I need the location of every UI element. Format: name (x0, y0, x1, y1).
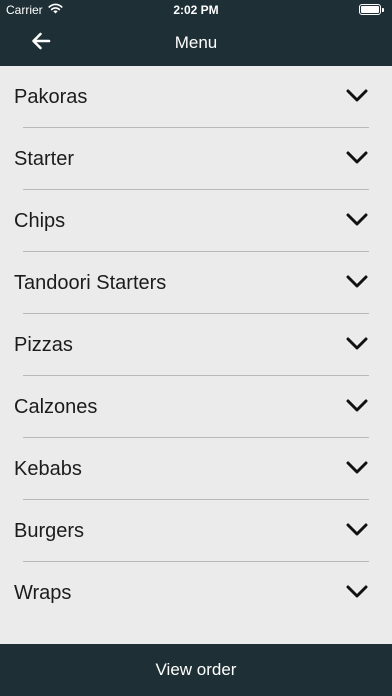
menu-category-label: Chips (14, 209, 66, 232)
menu-category-label: Starter (14, 147, 75, 170)
chevron-down-icon (346, 213, 368, 226)
menu-category-kebabs[interactable]: Kebabs (0, 438, 392, 500)
menu-category-label: Pakoras (14, 85, 88, 108)
menu-category-pizzas[interactable]: Pizzas (0, 314, 392, 376)
status-time: 2:02 PM (173, 3, 219, 17)
menu-category-calzones[interactable]: Calzones (0, 376, 392, 438)
view-order-button[interactable]: View order (0, 644, 392, 696)
chevron-down-icon (346, 275, 368, 288)
menu-category-label: Burgers (14, 519, 85, 542)
menu-category-label: Calzones (14, 395, 98, 418)
page-title: Menu (174, 33, 218, 52)
menu-category-tandoori-starters[interactable]: Tandoori Starters (0, 252, 392, 314)
menu-category-pakoras[interactable]: Pakoras (0, 66, 392, 128)
chevron-down-icon (346, 585, 368, 598)
menu-category-label: Pizzas (14, 333, 73, 356)
status-bar: Carrier 2:02 PM (0, 0, 392, 20)
menu-category-burgers[interactable]: Burgers (0, 500, 392, 562)
chevron-down-icon (346, 523, 368, 536)
chevron-down-icon (346, 461, 368, 474)
chevron-down-icon (346, 337, 368, 350)
menu-category-wraps[interactable]: Wraps (0, 562, 392, 624)
chevron-down-icon (346, 89, 368, 102)
menu-category-label: Tandoori Starters (14, 271, 167, 294)
chevron-down-icon (346, 399, 368, 412)
menu-category-starter[interactable]: Starter (0, 128, 392, 190)
nav-bar: Menu (0, 20, 392, 66)
menu-category-label: Kebabs (14, 457, 82, 480)
chevron-down-icon (346, 151, 368, 164)
menu-category-chips[interactable]: Chips (0, 190, 392, 252)
battery-icon (359, 4, 384, 15)
menu-category-label: Wraps (14, 581, 72, 604)
view-order-label: View order (155, 660, 237, 679)
menu-category-list: Pakoras Starter Chips Tandoori Starters … (0, 66, 392, 644)
